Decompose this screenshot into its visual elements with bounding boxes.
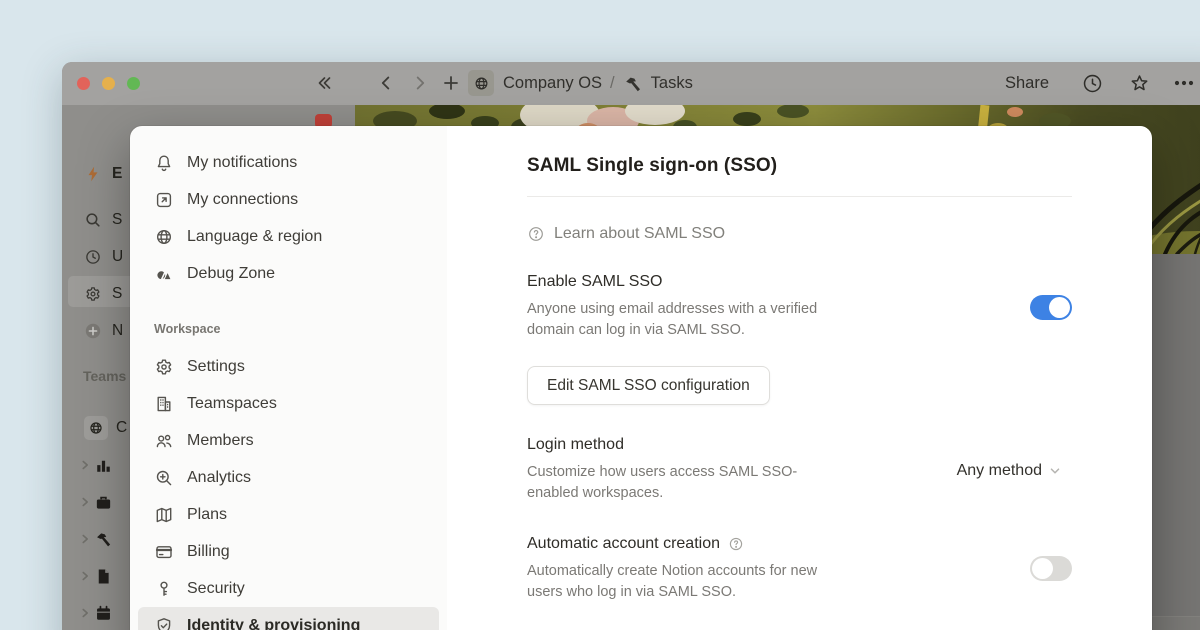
search-icon [84, 211, 102, 229]
login-method-section: Login method Customize how users access … [527, 434, 1072, 504]
close-window-button[interactable] [77, 77, 90, 90]
nav-item-security[interactable]: Security [138, 570, 439, 607]
calendar-icon [94, 604, 113, 623]
hammer-icon [623, 74, 643, 94]
gear-icon [84, 285, 102, 303]
share-button[interactable]: Share [1005, 62, 1049, 105]
chevron-right-icon[interactable] [78, 458, 92, 472]
magnifier-plus-icon [154, 468, 174, 488]
credit-card-icon [154, 542, 174, 562]
auto-account-toggle[interactable] [1030, 556, 1072, 581]
bell-icon [154, 153, 174, 173]
hammer-icon [94, 530, 113, 549]
traffic-lights [77, 77, 140, 90]
nav-item-members[interactable]: Members [138, 422, 439, 459]
settings-content: SAML Single sign-on (SSO) Learn about SA… [447, 126, 1152, 630]
question-circle-icon[interactable] [728, 536, 744, 552]
more-options-icon[interactable] [1172, 71, 1196, 95]
breadcrumb-workspace[interactable]: Company OS [503, 74, 602, 93]
globe-icon [154, 227, 174, 247]
key-icon [154, 579, 174, 599]
login-method-value: Any method [957, 462, 1042, 480]
shield-check-icon [154, 616, 174, 630]
nav-item-my-connections[interactable]: My connections [138, 181, 439, 218]
breadcrumb-page[interactable]: Tasks [651, 74, 693, 93]
nav-item-language-region[interactable]: Language & region [138, 218, 439, 255]
settings-nav: My notifications My connections Language… [130, 126, 447, 630]
nav-item-debug-zone[interactable]: Debug Zone [138, 255, 439, 292]
globe-icon [84, 416, 108, 440]
members-icon [154, 431, 174, 451]
edit-saml-config-button[interactable]: Edit SAML SSO configuration [527, 366, 770, 405]
collapse-sidebar-icon[interactable] [312, 71, 336, 95]
auto-account-section: Automatic account creation Automatically… [527, 533, 1072, 603]
nav-item-my-notifications[interactable]: My notifications [138, 144, 439, 181]
chevron-right-icon[interactable] [78, 532, 92, 546]
minimize-window-button[interactable] [102, 77, 115, 90]
page-globe-icon [468, 70, 494, 96]
new-tab-icon[interactable] [439, 71, 463, 95]
back-icon[interactable] [374, 71, 398, 95]
app-window: Company OS / Tasks Share E [62, 62, 1200, 630]
question-circle-icon [527, 225, 545, 243]
breadcrumb-separator: / [610, 74, 615, 93]
lightning-icon [84, 165, 102, 183]
nav-item-analytics[interactable]: Analytics [138, 459, 439, 496]
gear-icon [154, 357, 174, 377]
top-bar: Company OS / Tasks Share [62, 62, 1200, 105]
learn-link[interactable]: Learn about SAML SSO [527, 225, 1072, 243]
map-icon [154, 505, 174, 525]
teamspaces-section-label: Teams [83, 368, 126, 384]
auto-account-desc: Automatically create Notion accounts for… [527, 561, 827, 603]
page-icon [94, 567, 113, 586]
plus-circle-icon [84, 322, 102, 340]
enable-saml-desc: Anyone using email addresses with a veri… [527, 299, 827, 341]
briefcase-icon [94, 493, 113, 512]
chevron-right-icon[interactable] [78, 569, 92, 583]
enable-saml-toggle[interactable] [1030, 295, 1072, 320]
nav-item-plans[interactable]: Plans [138, 496, 439, 533]
history-clock-icon[interactable] [1080, 71, 1104, 95]
breadcrumb: Company OS / Tasks [503, 62, 693, 105]
learn-link-label[interactable]: Learn about SAML SSO [554, 225, 725, 243]
building-icon [154, 394, 174, 414]
nav-item-teamspaces[interactable]: Teamspaces [138, 385, 439, 422]
login-method-title: Login method [527, 434, 827, 456]
clock-icon [84, 248, 102, 266]
settings-modal: My notifications My connections Language… [130, 126, 1152, 630]
page-title: SAML Single sign-on (SSO) [527, 153, 1072, 179]
bar-chart-icon [94, 456, 113, 475]
forward-icon[interactable] [408, 71, 432, 95]
login-method-dropdown[interactable]: Any method [957, 462, 1072, 480]
arrow-up-right-square-icon [154, 190, 174, 210]
screen: { "topbar": { "breadcrumb": { "workspace… [0, 0, 1200, 630]
nav-item-identity-provisioning[interactable]: Identity & provisioning [138, 607, 439, 630]
chevron-down-icon [1048, 464, 1062, 478]
favorite-star-icon[interactable] [1127, 71, 1151, 95]
login-method-desc: Customize how users access SAML SSO-enab… [527, 462, 827, 504]
nav-item-billing[interactable]: Billing [138, 533, 439, 570]
enable-saml-title: Enable SAML SSO [527, 271, 827, 293]
zoom-window-button[interactable] [127, 77, 140, 90]
debug-icon [154, 264, 174, 284]
nav-item-settings[interactable]: Settings [138, 348, 439, 385]
workspace-section-label: Workspace [154, 322, 439, 336]
chevron-right-icon[interactable] [78, 495, 92, 509]
auto-account-title: Automatic account creation [527, 533, 720, 555]
enable-saml-section: Enable SAML SSO Anyone using email addre… [527, 271, 1072, 341]
chevron-right-icon[interactable] [78, 606, 92, 620]
divider [527, 196, 1072, 197]
